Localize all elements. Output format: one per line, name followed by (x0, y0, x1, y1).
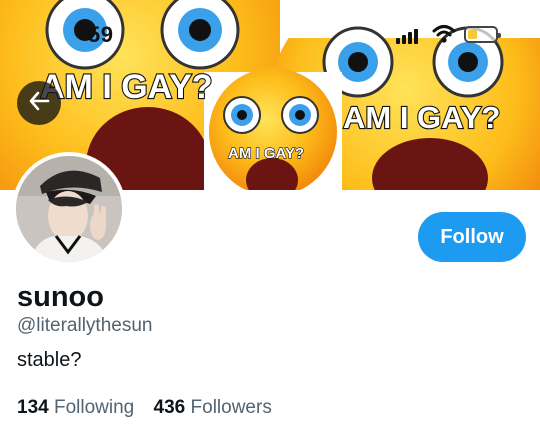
banner-caption-left: AM I GAY? (40, 68, 213, 106)
banner-caption-center: AM I GAY? (228, 145, 304, 162)
following-link[interactable]: 134 Following (17, 397, 134, 418)
avatar-image (16, 156, 122, 262)
follow-button[interactable]: Follow (418, 212, 526, 262)
battery-icon (464, 26, 501, 43)
status-time: 59 (88, 22, 114, 47)
followers-label: Followers (190, 397, 272, 418)
followers-link[interactable]: 436 Followers (154, 397, 272, 418)
banner-caption-right: AM I GAY? (343, 100, 500, 135)
following-count: 134 (17, 397, 49, 418)
avatar[interactable] (12, 152, 126, 266)
back-button[interactable] (17, 81, 61, 125)
signal-icon (396, 28, 420, 44)
bio-text: stable? (17, 349, 82, 371)
following-label: Following (53, 397, 135, 418)
display-name: sunoo (17, 281, 104, 313)
followers-count: 436 (153, 397, 186, 418)
back-arrow-icon (28, 90, 50, 117)
user-handle: @literallythesun (17, 315, 153, 336)
wifi-icon (432, 24, 456, 44)
status-bar: 59 (0, 0, 540, 60)
follow-stats: 134 Following 436 Followers (17, 397, 286, 419)
